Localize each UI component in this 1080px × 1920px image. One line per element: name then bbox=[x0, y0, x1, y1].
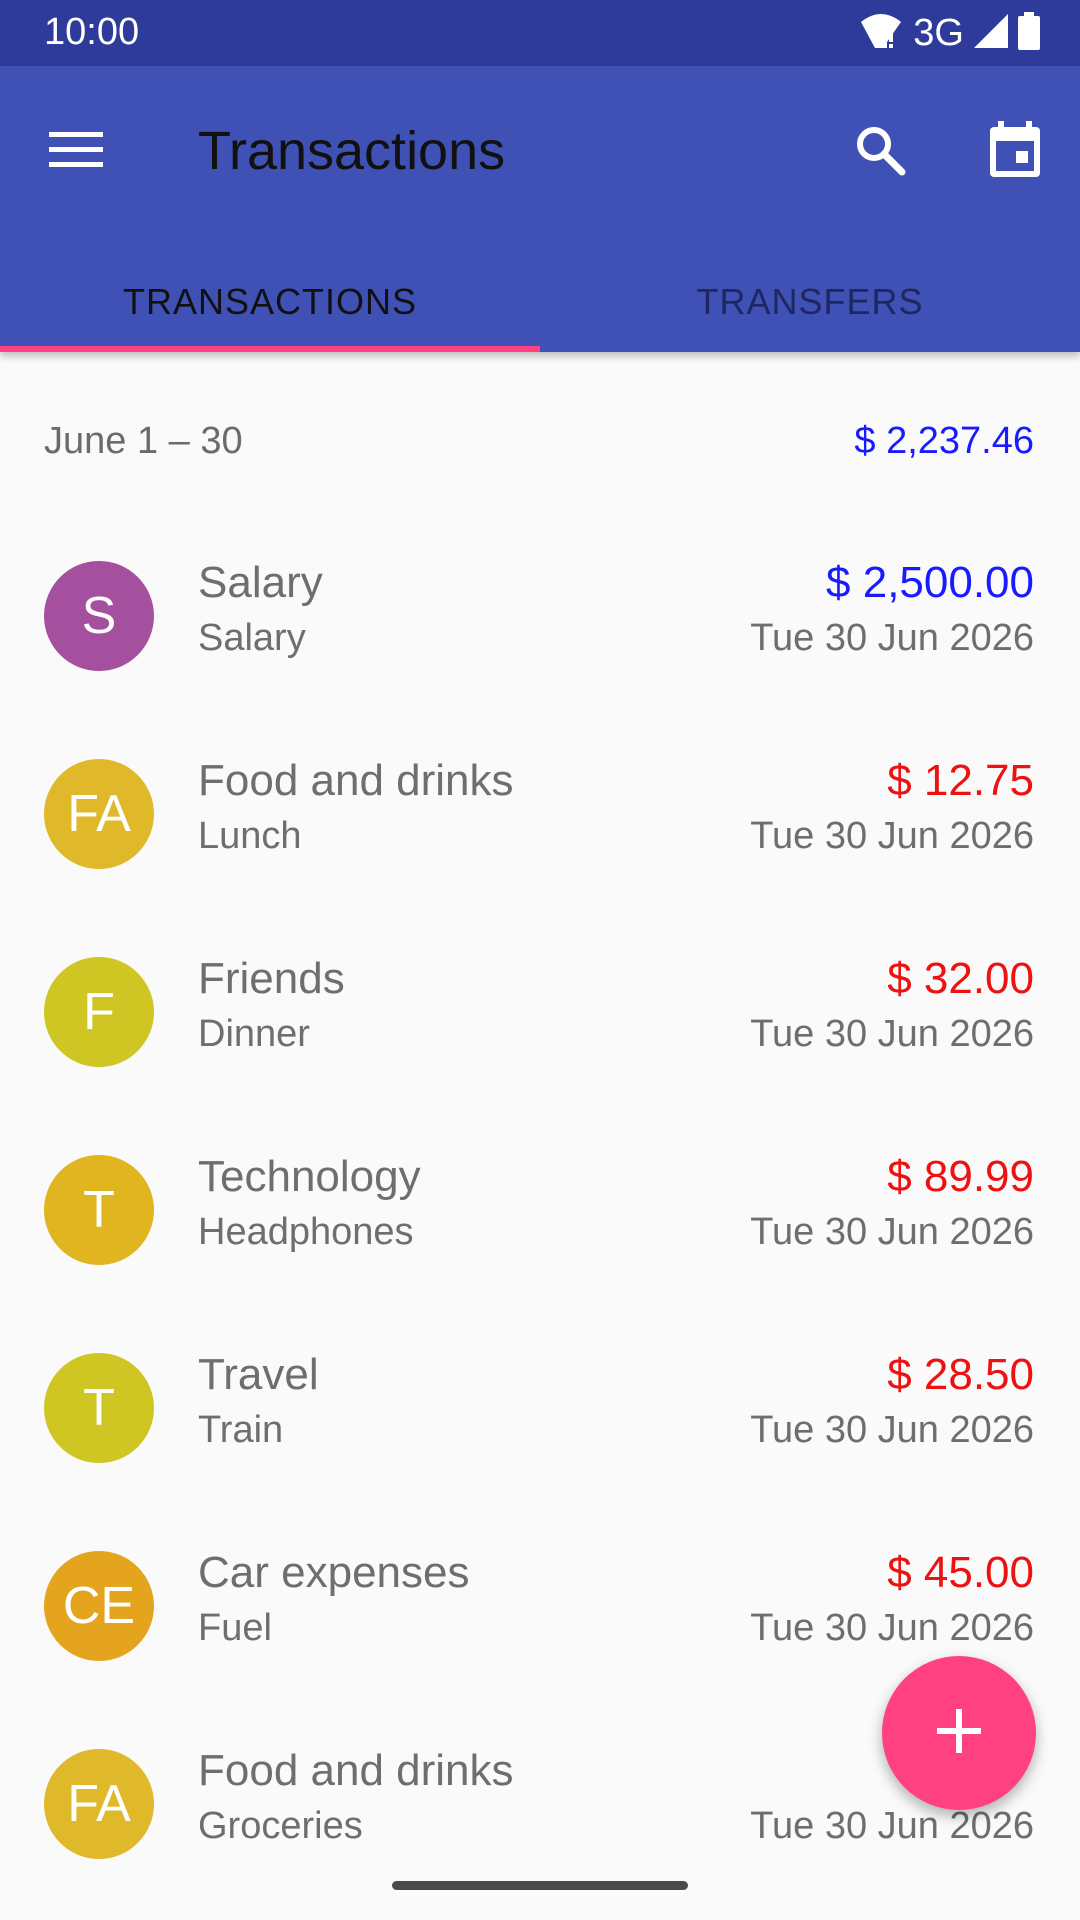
tab-transfers[interactable]: TRANSFERS bbox=[540, 252, 1080, 352]
transaction-date: Tue 30 Jun 2026 bbox=[750, 1409, 1034, 1451]
period-summary: June 1 – 30 $ 2,237.46 bbox=[0, 400, 1080, 484]
transaction-amount: $ 12.75 bbox=[887, 756, 1034, 805]
home-indicator[interactable] bbox=[392, 1881, 688, 1890]
transaction-description: Salary bbox=[198, 617, 306, 659]
transaction-amount: $ 32.00 bbox=[887, 954, 1034, 1003]
menu-button[interactable] bbox=[36, 112, 116, 192]
avatar: T bbox=[44, 1353, 154, 1463]
plus-icon bbox=[937, 1708, 981, 1758]
add-transaction-button[interactable] bbox=[882, 1656, 1036, 1810]
period-range: June 1 – 30 bbox=[44, 420, 243, 462]
transaction-amount: $ 28.50 bbox=[887, 1350, 1034, 1399]
avatar: F bbox=[44, 957, 154, 1067]
category-name: Food and drinks bbox=[198, 1746, 514, 1795]
tab-transactions[interactable]: TRANSACTIONS bbox=[0, 252, 540, 352]
period-total: $ 2,237.46 bbox=[854, 420, 1034, 462]
category-name: Salary bbox=[198, 558, 323, 607]
category-name: Car expenses bbox=[198, 1548, 470, 1597]
transaction-description: Train bbox=[198, 1409, 284, 1451]
status-time: 10:00 bbox=[44, 11, 140, 53]
transaction-date: Tue 30 Jun 2026 bbox=[750, 1013, 1034, 1055]
transaction-description: Groceries bbox=[198, 1805, 363, 1847]
transaction-date: Tue 30 Jun 2026 bbox=[750, 617, 1034, 659]
menu-icon bbox=[49, 130, 103, 175]
signal-icon bbox=[974, 13, 1008, 53]
transaction-amount: $ 45.00 bbox=[887, 1548, 1034, 1597]
search-icon bbox=[854, 124, 906, 181]
transaction-row[interactable]: CE Car expenses Fuel $ 45.00 Tue 30 Jun … bbox=[0, 1496, 1080, 1694]
transaction-row[interactable]: FA Food and drinks Lunch $ 12.75 Tue 30 … bbox=[0, 704, 1080, 902]
calendar-button[interactable] bbox=[975, 112, 1055, 192]
avatar: T bbox=[44, 1155, 154, 1265]
status-bar: 10:00 3G bbox=[0, 0, 1080, 66]
transaction-date: Tue 30 Jun 2026 bbox=[750, 815, 1034, 857]
tab-indicator bbox=[0, 346, 540, 352]
category-name: Travel bbox=[198, 1350, 319, 1399]
transaction-row[interactable]: T Technology Headphones $ 89.99 Tue 30 J… bbox=[0, 1100, 1080, 1298]
transaction-row[interactable]: T Travel Train $ 28.50 Tue 30 Jun 2026 bbox=[0, 1298, 1080, 1496]
battery-icon bbox=[1018, 11, 1040, 55]
wifi-icon bbox=[859, 12, 903, 55]
search-button[interactable] bbox=[840, 112, 920, 192]
category-name: Friends bbox=[198, 954, 345, 1003]
avatar: S bbox=[44, 561, 154, 671]
avatar: FA bbox=[44, 759, 154, 869]
transaction-date: Tue 30 Jun 2026 bbox=[750, 1211, 1034, 1253]
page-title: Transactions bbox=[198, 121, 506, 181]
transaction-amount: $ 89.99 bbox=[887, 1152, 1034, 1201]
avatar: FA bbox=[44, 1749, 154, 1859]
status-icons: 3G bbox=[859, 11, 1040, 55]
transaction-date: Tue 30 Jun 2026 bbox=[750, 1805, 1034, 1847]
transaction-description: Dinner bbox=[198, 1013, 310, 1055]
transaction-row[interactable]: S Salary Salary $ 2,500.00 Tue 30 Jun 20… bbox=[0, 506, 1080, 704]
transaction-description: Headphones bbox=[198, 1211, 414, 1253]
category-name: Technology bbox=[198, 1152, 421, 1201]
network-type: 3G bbox=[913, 12, 964, 54]
transaction-description: Fuel bbox=[198, 1607, 272, 1649]
category-name: Food and drinks bbox=[198, 756, 514, 805]
calendar-icon bbox=[988, 120, 1042, 184]
transaction-date: Tue 30 Jun 2026 bbox=[750, 1607, 1034, 1649]
app-bar: Transactions TRANSACTIONS TRANSFERS bbox=[0, 66, 1080, 352]
transaction-amount: $ 2,500.00 bbox=[826, 558, 1034, 607]
transaction-row[interactable]: F Friends Dinner $ 32.00 Tue 30 Jun 2026 bbox=[0, 902, 1080, 1100]
transaction-description: Lunch bbox=[198, 815, 302, 857]
avatar: CE bbox=[44, 1551, 154, 1661]
